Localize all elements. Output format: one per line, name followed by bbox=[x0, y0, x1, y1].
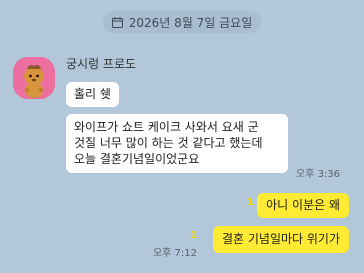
date-divider: 2026년 8월 7일 금요일 bbox=[103, 11, 261, 33]
message-time: 오후 3:36 bbox=[296, 169, 341, 180]
message-text-line: 와이프가 쇼트 케이크 사와서 요새 군 bbox=[74, 120, 259, 134]
message-bubble-outgoing[interactable]: 결혼 기념일마다 위기가 bbox=[212, 226, 349, 253]
message-bubble-incoming[interactable]: 홀리 쉣 bbox=[66, 82, 119, 107]
message-text: 아니 이분은 왜 bbox=[266, 198, 340, 212]
sender-avatar[interactable] bbox=[13, 57, 55, 99]
message-text-line: 것질 너무 많이 하는 것 같다고 했는데 bbox=[74, 136, 263, 150]
date-divider-text: 2026년 8월 7일 금요일 bbox=[128, 15, 253, 30]
message-text-line: 오늘 결혼기념일이었군요 bbox=[74, 152, 200, 166]
frodo-avatar-icon bbox=[13, 57, 55, 99]
message-bubble-outgoing[interactable]: 아니 이분은 왜 bbox=[257, 193, 349, 218]
message-bubble-incoming[interactable]: 와이프가 쇼트 케이크 사와서 요새 군 것질 너무 많이 하는 것 같다고 했… bbox=[66, 114, 288, 173]
sender-name: 궁시렁 프로도 bbox=[66, 57, 137, 71]
message-text: 홀리 쉣 bbox=[74, 87, 111, 101]
unread-count: 1 bbox=[247, 197, 254, 208]
unread-count: 1 bbox=[190, 230, 197, 241]
message-time: 오후 7:12 bbox=[152, 248, 197, 259]
calendar-icon bbox=[111, 16, 123, 28]
message-text: 결혼 기념일마다 위기가 bbox=[221, 232, 340, 246]
